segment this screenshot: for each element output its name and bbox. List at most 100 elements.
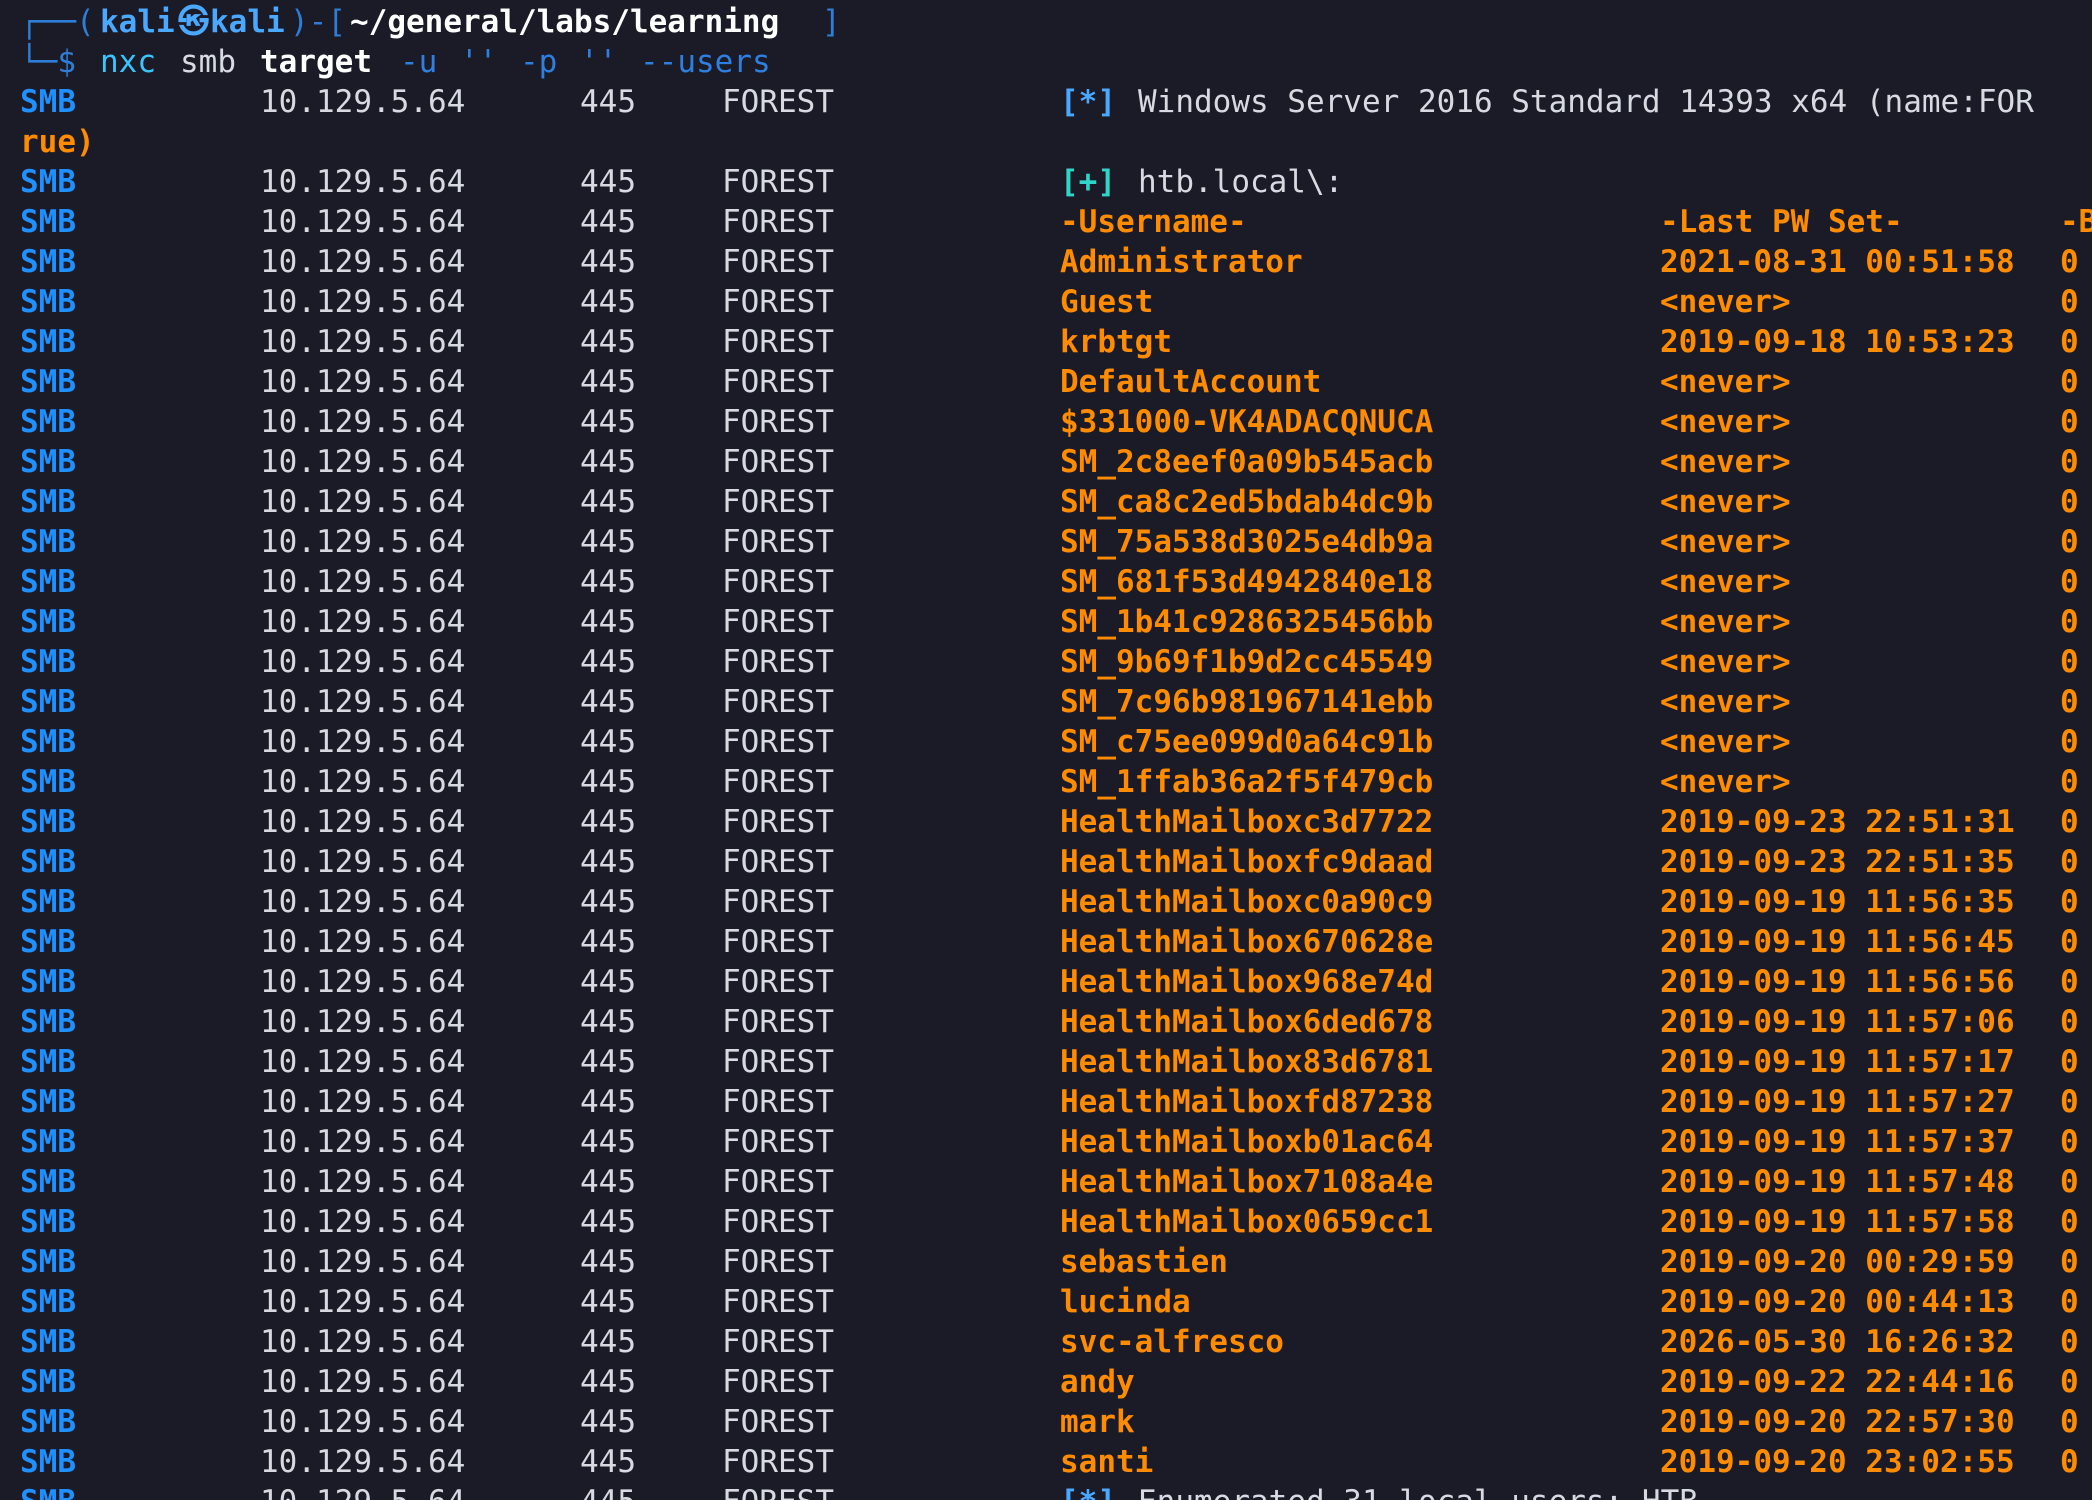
row-port: 445 (580, 364, 636, 400)
footer-row: SMB 10.129.5.64 445 FOREST [*] Enumerate… (0, 1482, 2092, 1500)
header-username: -Username- (1060, 204, 1247, 240)
row-proto: SMB (20, 1482, 76, 1500)
row-port: 445 (580, 204, 636, 240)
table-row: SMB 10.129.5.64 445 FOREST sebastien 2019-09-… (0, 1242, 2092, 1282)
row-ip: 10.129.5.64 (260, 1084, 466, 1120)
user-bad-pw: 0 (2060, 1044, 2079, 1080)
row-ip: 10.129.5.64 (260, 1324, 466, 1360)
row-port: 445 (580, 844, 636, 880)
row-port: 445 (580, 84, 636, 120)
row-port: 445 (580, 1404, 636, 1440)
user-name: HealthMailboxc0a90c9 (1060, 884, 1434, 920)
row-host: FOREST (722, 364, 834, 400)
row-host: FOREST (722, 884, 834, 920)
table-row: SMB 10.129.5.64 445 FOREST SM_2c8eef0a09b545… (0, 442, 2092, 482)
table-row: SMB 10.129.5.64 445 FOREST andy 2019-09-22 22… (0, 1362, 2092, 1402)
banner-wrap: rue) (20, 124, 95, 160)
row-proto: SMB (20, 564, 76, 600)
table-row: SMB 10.129.5.64 445 FOREST SM_1ffab36a2f5f47… (0, 762, 2092, 802)
user-name: Guest (1060, 284, 1154, 320)
user-bad-pw: 0 (2060, 284, 2079, 320)
user-name: DefaultAccount (1060, 364, 1322, 400)
row-ip: 10.129.5.64 (260, 1044, 466, 1080)
row-host: FOREST (722, 204, 834, 240)
row-ip: 10.129.5.64 (260, 1204, 466, 1240)
row-ip: 10.129.5.64 (260, 1004, 466, 1040)
user-name: mark (1060, 1404, 1135, 1440)
user-name: SM_2c8eef0a09b545acb (1060, 444, 1434, 480)
table-row: SMB 10.129.5.64 445 FOREST Administrator 2021… (0, 242, 2092, 282)
user-last-pw-set: 2019-09-19 11:57:48 (1660, 1164, 2015, 1200)
command-flag-p: -p (520, 44, 558, 80)
row-proto: SMB (20, 244, 76, 280)
row-port: 445 (580, 444, 636, 480)
user-bad-pw: 0 (2060, 1364, 2079, 1400)
row-ip: 10.129.5.64 (260, 404, 466, 440)
row-ip: 10.129.5.64 (260, 444, 466, 480)
row-proto: SMB (20, 404, 76, 440)
row-proto: SMB (20, 964, 76, 1000)
user-bad-pw: 0 (2060, 844, 2079, 880)
row-proto: SMB (20, 1004, 76, 1040)
user-bad-pw: 0 (2060, 244, 2079, 280)
row-port: 445 (580, 1444, 636, 1480)
row-proto: SMB (20, 1204, 76, 1240)
user-bad-pw: 0 (2060, 1164, 2079, 1200)
terminal-window[interactable]: ┌──(kali ㉿ kali)-[~/general/labs/learning]… (0, 0, 2092, 1500)
user-last-pw-set: 2019-09-20 23:02:55 (1660, 1444, 2015, 1480)
row-port: 445 (580, 1482, 636, 1500)
user-last-pw-set: 2019-09-20 00:44:13 (1660, 1284, 2015, 1320)
row-proto: SMB (20, 364, 76, 400)
user-last-pw-set: <never> (1660, 404, 1791, 440)
table-row: SMB 10.129.5.64 445 FOREST HealthMailboxfd87… (0, 1082, 2092, 1122)
auth-row: SMB 10.129.5.64 445 FOREST [+] htb.local… (0, 162, 2092, 202)
row-ip: 10.129.5.64 (260, 604, 466, 640)
user-last-pw-set: <never> (1660, 684, 1791, 720)
row-ip: 10.129.5.64 (260, 844, 466, 880)
user-last-pw-set: 2026-05-30 16:26:32 (1660, 1324, 2015, 1360)
user-last-pw-set: 2019-09-19 11:56:56 (1660, 964, 2015, 1000)
user-bad-pw: 0 (2060, 764, 2079, 800)
prompt-user: kali (100, 4, 175, 40)
header-row: SMB 10.129.5.64 445 FOREST -Username- -L… (0, 202, 2092, 242)
table-row: SMB 10.129.5.64 445 FOREST DefaultAccount <ne… (0, 362, 2092, 402)
row-port: 445 (580, 1084, 636, 1120)
row-proto: SMB (20, 164, 76, 200)
user-name: HealthMailbox6ded678 (1060, 1004, 1434, 1040)
row-port: 445 (580, 604, 636, 640)
auth-text: htb.local\: (1138, 164, 1344, 200)
row-ip: 10.129.5.64 (260, 804, 466, 840)
row-proto: SMB (20, 684, 76, 720)
user-last-pw-set: 2019-09-23 22:51:31 (1660, 804, 2015, 840)
row-proto: SMB (20, 1164, 76, 1200)
command-line[interactable]: └─$ nxc smb target -u '' -p '' --users (0, 42, 2092, 82)
row-port: 445 (580, 164, 636, 200)
user-last-pw-set: 2021-08-31 00:51:58 (1660, 244, 2015, 280)
prompt-path: ~/general/labs/learning (350, 4, 780, 40)
row-ip: 10.129.5.64 (260, 924, 466, 960)
table-row: SMB 10.129.5.64 445 FOREST Guest <never> 0 (0, 282, 2092, 322)
command-arg-target: target (260, 44, 372, 80)
user-name: HealthMailbox0659cc1 (1060, 1204, 1434, 1240)
row-ip: 10.129.5.64 (260, 484, 466, 520)
banner-tag: [*] (1060, 84, 1116, 120)
auth-tag: [+] (1060, 164, 1116, 200)
user-name: Administrator (1060, 244, 1303, 280)
table-row: SMB 10.129.5.64 445 FOREST HealthMailbox6706… (0, 922, 2092, 962)
row-ip: 10.129.5.64 (260, 724, 466, 760)
user-name: HealthMailboxb01ac64 (1060, 1124, 1434, 1160)
user-last-pw-set: <never> (1660, 604, 1791, 640)
row-ip: 10.129.5.64 (260, 1244, 466, 1280)
user-last-pw-set: <never> (1660, 364, 1791, 400)
user-last-pw-set: 2019-09-19 11:57:06 (1660, 1004, 2015, 1040)
table-row: SMB 10.129.5.64 445 FOREST HealthMailbox83d6… (0, 1042, 2092, 1082)
table-row: SMB 10.129.5.64 445 FOREST mark 2019-09-20 22… (0, 1402, 2092, 1442)
table-row: SMB 10.129.5.64 445 FOREST SM_ca8c2ed5bdab4d… (0, 482, 2092, 522)
row-host: FOREST (722, 764, 834, 800)
row-host: FOREST (722, 1324, 834, 1360)
user-name: HealthMailbox968e74d (1060, 964, 1434, 1000)
row-host: FOREST (722, 964, 834, 1000)
user-bad-pw: 0 (2060, 324, 2079, 360)
row-host: FOREST (722, 444, 834, 480)
row-host: FOREST (722, 604, 834, 640)
